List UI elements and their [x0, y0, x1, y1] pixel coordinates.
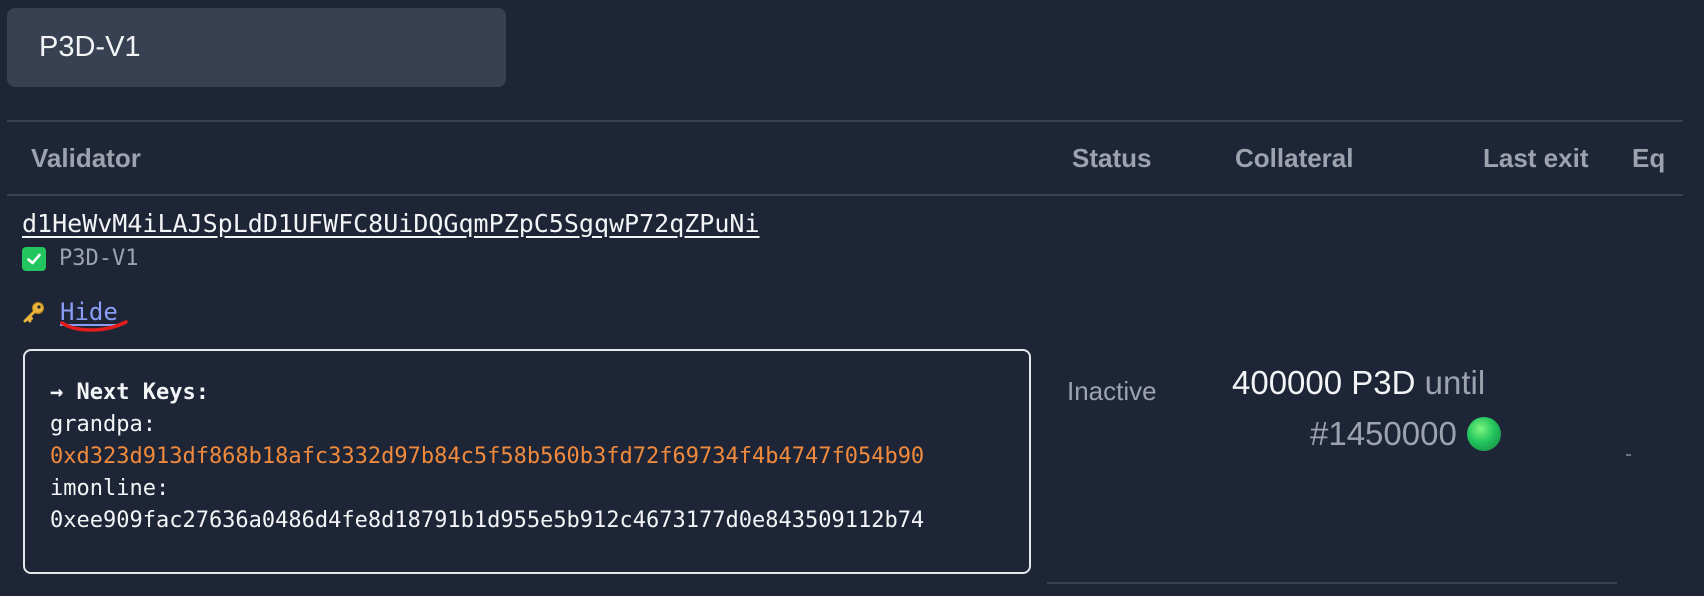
column-header-last-exit[interactable]: Last exit [1483, 143, 1589, 174]
imonline-key-value: 0xee909fac27636a0486d4fe8d18791b1d955e5b… [50, 508, 925, 533]
grandpa-key-label: grandpa: [50, 412, 156, 437]
validator-filter-value: P3D-V1 [39, 31, 141, 63]
check-mark-icon [22, 246, 46, 271]
imonline-key-label: imonline: [50, 476, 170, 501]
grandpa-key-value: 0xd323d913df868b18afc3332d97b84c5f58b560… [50, 444, 925, 469]
last-exit-empty-mark [1626, 454, 1631, 456]
verified-identity: P3D-V1 [22, 246, 138, 271]
collateral-block-number: #1450000 [1310, 415, 1457, 452]
annotation-underline [60, 320, 128, 332]
row-divider [1047, 582, 1617, 584]
key-icon [22, 300, 46, 324]
divider [7, 120, 1683, 122]
next-keys-panel: → Next Keys: grandpa: 0xd323d913df868b18… [23, 349, 1031, 574]
verified-identity-label: P3D-V1 [59, 246, 139, 271]
collateral-info: 400000 P3D until [1232, 364, 1485, 402]
header-divider [7, 194, 1683, 196]
validator-address-link[interactable]: d1HeWvM4iLAJSpLdD1UFWFC8UiDQGqmPZpC5Sgqw… [22, 209, 760, 238]
collateral-amount: 400000 P3D [1232, 364, 1416, 401]
column-header-validator[interactable]: Validator [31, 143, 141, 174]
next-keys-title: → Next Keys: [50, 380, 209, 405]
column-header-status[interactable]: Status [1072, 143, 1151, 174]
validators-page: P3D-V1 Validator Status Collateral Last … [0, 0, 1704, 596]
validator-status: Inactive [1067, 376, 1157, 406]
validator-filter-input[interactable]: P3D-V1 [7, 8, 506, 87]
collateral-until-label: until [1424, 364, 1486, 401]
column-header-eq[interactable]: Eq [1632, 143, 1665, 174]
collateral-lock-block: #1450000 [1310, 415, 1501, 453]
green-circle-icon [1466, 417, 1501, 451]
column-header-collateral[interactable]: Collateral [1235, 143, 1354, 174]
